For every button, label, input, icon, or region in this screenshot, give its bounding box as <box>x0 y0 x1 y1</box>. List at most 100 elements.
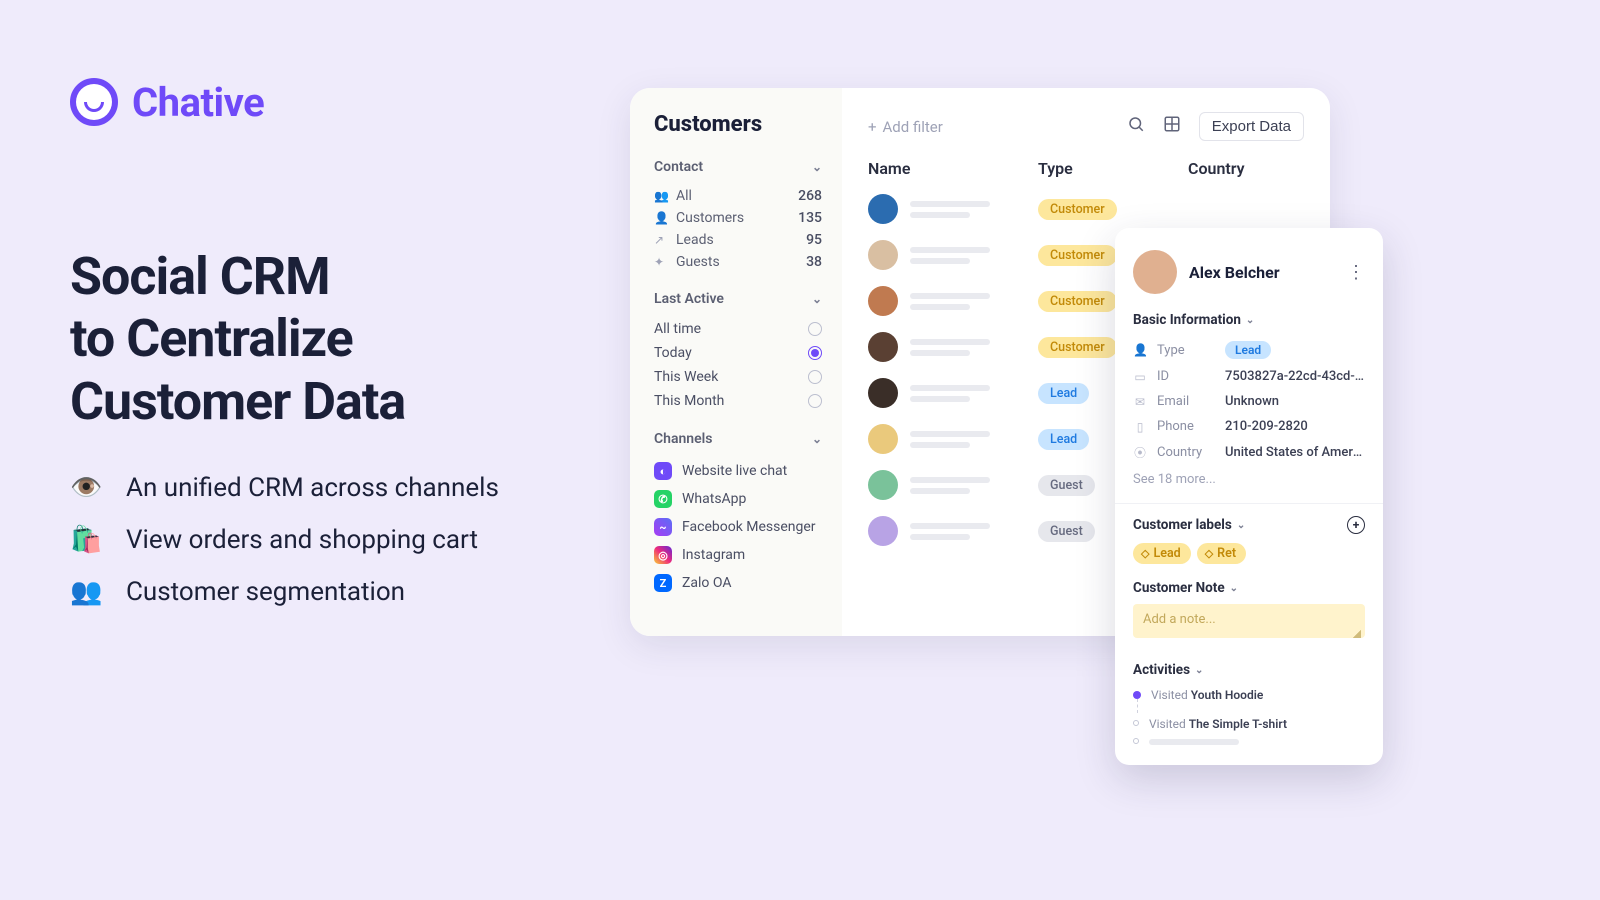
last-active-option[interactable]: This Month <box>654 389 822 413</box>
sidebar-item-contact[interactable]: 👤Customers135 <box>654 207 822 229</box>
last-active-option[interactable]: Today <box>654 341 822 365</box>
info-row-email: ✉ Email Unknown <box>1133 389 1365 414</box>
headline-line-1: Social CRM <box>70 246 590 308</box>
customer-labels-header[interactable]: Customer labels ⌄ <box>1133 517 1245 533</box>
name-placeholder <box>910 201 1038 218</box>
basic-information-header[interactable]: Basic Information ⌄ <box>1133 312 1365 328</box>
name-placeholder <box>910 385 1038 402</box>
section-header-contact[interactable]: Contact ⌄ <box>654 159 822 175</box>
activity-placeholder <box>1149 739 1239 745</box>
info-row-id: ▭ ID 7503827a-22cd-43cd-8... <box>1133 364 1365 389</box>
info-key-type: Type <box>1157 343 1215 358</box>
channel-icon: ✆ <box>654 490 672 508</box>
sidebar-item-channel[interactable]: Z Zalo OA <box>654 569 822 597</box>
section-header-channels[interactable]: Channels ⌄ <box>654 431 822 447</box>
avatar <box>868 516 898 546</box>
contact-type-icon: ↗ <box>654 233 668 247</box>
info-row-country: ⦿ Country United States of America <box>1133 439 1365 466</box>
more-menu-icon[interactable]: ⋮ <box>1347 268 1365 277</box>
avatar <box>868 470 898 500</box>
radio-icon <box>808 346 822 360</box>
headline: Social CRM to Centralize Customer Data <box>70 246 590 433</box>
activities-header[interactable]: Activities ⌄ <box>1133 662 1365 678</box>
labels-row: ◇Lead ◇Ret <box>1133 542 1365 564</box>
sidebar-item-channel[interactable]: ~Facebook Messenger <box>654 513 822 541</box>
export-data-button[interactable]: Export Data <box>1199 112 1304 141</box>
column-name[interactable]: Name <box>868 159 1038 178</box>
add-label-icon[interactable]: + <box>1347 516 1365 534</box>
add-filter-button[interactable]: + Add filter <box>868 118 943 136</box>
column-type[interactable]: Type <box>1038 159 1188 178</box>
chevron-down-icon: ⌄ <box>1230 583 1238 594</box>
info-value-phone: 210-209-2820 <box>1225 419 1365 434</box>
type-badge: Lead <box>1038 429 1089 450</box>
info-row-type: 👤 Type Lead <box>1133 336 1365 364</box>
id-card-icon: ▭ <box>1133 370 1147 384</box>
see-more-link[interactable]: See 18 more... <box>1133 466 1365 489</box>
avatar <box>868 424 898 454</box>
sidebar-item-channel[interactable]: ◐Website live chat <box>654 457 822 485</box>
timeline-dot-icon <box>1133 691 1141 699</box>
name-placeholder <box>910 431 1038 448</box>
avatar <box>868 378 898 408</box>
column-country[interactable]: Country <box>1188 159 1304 178</box>
bullet-2-text: View orders and shopping cart <box>126 525 478 555</box>
eye-icon: 👁️ <box>70 473 102 503</box>
radio-label: This Month <box>654 393 724 409</box>
table-row[interactable]: Customer <box>868 194 1304 224</box>
sidebar-item-channel[interactable]: ◎Instagram <box>654 541 822 569</box>
phone-icon: ▯ <box>1133 420 1147 434</box>
headline-line-3: Customer Data <box>70 371 590 433</box>
name-placeholder <box>910 247 1038 264</box>
radio-label: All time <box>654 321 701 337</box>
last-active-option[interactable]: All time <box>654 317 822 341</box>
brand: Chative <box>70 78 590 126</box>
type-badge: Guest <box>1038 475 1095 496</box>
avatar <box>868 286 898 316</box>
globe-icon: ⦿ <box>1133 444 1147 461</box>
info-row-phone: ▯ Phone 210-209-2820 <box>1133 414 1365 439</box>
info-value-id: 7503827a-22cd-43cd-8... <box>1225 369 1365 384</box>
sidebar-item-contact[interactable]: ✦Guests38 <box>654 251 822 273</box>
radio-label: This Week <box>654 369 718 385</box>
sidebar-item-label: Zalo OA <box>682 575 732 591</box>
bullet-3: 👥 Customer segmentation <box>70 577 590 607</box>
sidebar-item-label: Guests <box>676 254 720 270</box>
info-key-email: Email <box>1157 394 1215 409</box>
shopping-bags-icon: 🛍️ <box>70 525 102 555</box>
sidebar-item-label: All <box>676 188 692 204</box>
sidebar-item-contact[interactable]: ↗Leads95 <box>654 229 822 251</box>
person-icon: 👤 <box>1133 343 1147 357</box>
basic-info-heading-label: Basic Information <box>1133 312 1241 328</box>
customer-label-pill[interactable]: ◇Ret <box>1197 543 1246 564</box>
chevron-down-icon: ⌄ <box>1195 665 1203 676</box>
customer-labels-section: Customer labels ⌄ + ◇Lead ◇Ret <box>1115 504 1383 568</box>
search-icon[interactable] <box>1127 115 1145 138</box>
sidebar-item-label: Leads <box>676 232 714 248</box>
last-active-heading-label: Last Active <box>654 291 724 307</box>
info-value-email: Unknown <box>1225 394 1365 409</box>
contact-type-icon: ✦ <box>654 255 668 269</box>
section-header-last-active[interactable]: Last Active ⌄ <box>654 291 822 307</box>
note-textarea[interactable] <box>1133 604 1365 638</box>
chevron-down-icon: ⌄ <box>1237 520 1245 531</box>
labels-heading-label: Customer labels <box>1133 517 1232 533</box>
sidebar-item-contact[interactable]: 👥All268 <box>654 185 822 207</box>
sidebar-item-label: WhatsApp <box>682 491 746 507</box>
sidebar-item-label: Facebook Messenger <box>682 519 816 535</box>
table-column-headers: Name Type Country <box>868 159 1304 188</box>
channel-icon: Z <box>654 574 672 592</box>
layout-grid-icon[interactable] <box>1163 115 1181 138</box>
customer-note-header[interactable]: Customer Note ⌄ <box>1133 580 1365 596</box>
brand-logo-icon <box>70 78 118 126</box>
radio-label: Today <box>654 345 692 361</box>
sidebar-item-channel[interactable]: ✆ WhatsApp <box>654 485 822 513</box>
customer-label-pill[interactable]: ◇Lead <box>1133 543 1191 564</box>
info-value-type: Lead <box>1225 341 1365 359</box>
sidebar-item-label: Instagram <box>682 547 745 563</box>
info-value-country: United States of America <box>1225 445 1365 460</box>
name-placeholder <box>910 523 1038 540</box>
last-active-option[interactable]: This Week <box>654 365 822 389</box>
activities-heading-label: Activities <box>1133 662 1190 678</box>
timeline-dot-icon <box>1133 738 1139 744</box>
